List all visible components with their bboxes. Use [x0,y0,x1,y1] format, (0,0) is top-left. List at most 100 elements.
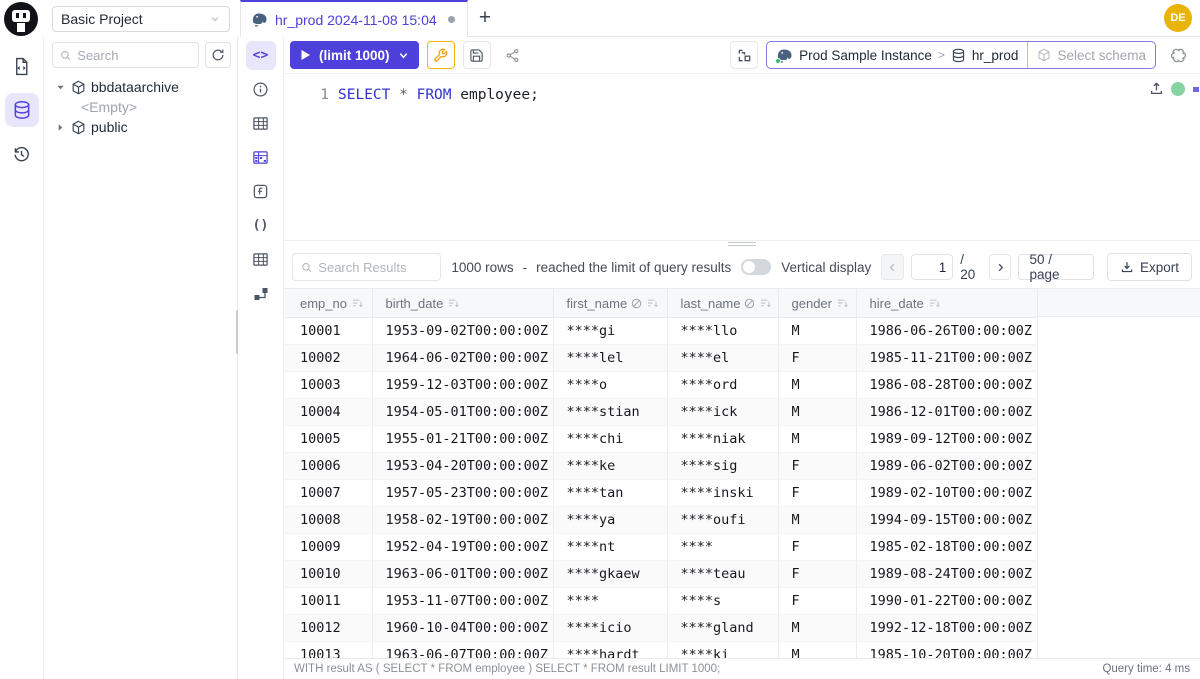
ai-assistant-button[interactable] [1164,41,1192,69]
table-cell[interactable]: 1992-12-18T00:00:00Z [856,615,1037,642]
table-cell[interactable]: ****nt [553,534,667,561]
database-nav-icon[interactable] [5,93,39,127]
results-search-input[interactable] [318,260,432,275]
table-cell[interactable]: M [778,318,856,345]
table-cell[interactable]: **** [553,588,667,615]
column-header-hire_date[interactable]: hire_date [856,289,1037,318]
table-cell[interactable]: 1989-06-02T00:00:00Z [856,453,1037,480]
table-icon[interactable] [246,109,276,138]
table-cell[interactable]: ****hardt [553,642,667,659]
table-cell[interactable]: ****ya [553,507,667,534]
table-cell[interactable]: 1989-08-24T00:00:00Z [856,561,1037,588]
table-cell[interactable]: 10002 [284,345,372,372]
sort-icon[interactable] [351,297,364,310]
page-input[interactable] [911,254,953,280]
table-cell[interactable]: ****oufi [667,507,778,534]
table-cell[interactable]: ****stian [553,399,667,426]
diagram-icon[interactable] [246,279,276,308]
table-cell[interactable]: 1985-02-18T00:00:00Z [856,534,1037,561]
sort-icon[interactable] [759,297,772,310]
table-cell[interactable]: ****llo [667,318,778,345]
format-sql-button[interactable] [427,41,455,69]
run-query-button[interactable]: (limit 1000) [290,41,419,69]
vertical-display-toggle[interactable] [741,259,771,275]
procedure-icon[interactable]: () [246,211,276,240]
table-cell[interactable]: ****el [667,345,778,372]
table-cell[interactable]: F [778,480,856,507]
table-cell[interactable]: ****ord [667,372,778,399]
table-cell[interactable]: 1964-06-02T00:00:00Z [372,345,553,372]
tree-item-bbdataarchive[interactable]: bbdataarchive [54,77,237,97]
table-cell[interactable]: 1986-12-01T00:00:00Z [856,399,1037,426]
table-cell[interactable]: 1985-11-21T00:00:00Z [856,345,1037,372]
table-cell[interactable]: ****s [667,588,778,615]
column-header-gender[interactable]: gender [778,289,856,318]
table-cell[interactable]: ****gland [667,615,778,642]
table-cell[interactable]: ****chi [553,426,667,453]
sql-editor[interactable]: 1 SELECT * FROM employee; [284,74,1200,240]
table-cell[interactable]: M [778,507,856,534]
table-cell[interactable]: M [778,372,856,399]
search-input-wrap[interactable] [52,42,199,68]
table-cell[interactable]: 1985-10-20T00:00:00Z [856,642,1037,659]
table-cell[interactable]: ****ick [667,399,778,426]
table-cell[interactable]: 1959-12-03T00:00:00Z [372,372,553,399]
worksheet-icon[interactable] [5,49,39,83]
table-cell[interactable]: ****lel [553,345,667,372]
column-header-last_name[interactable]: last_name [667,289,778,318]
table-cell[interactable]: 10009 [284,534,372,561]
table-cell[interactable]: **** [667,534,778,561]
schema-selector[interactable]: Select schema [1027,42,1155,68]
table-cell[interactable]: 1986-08-28T00:00:00Z [856,372,1037,399]
sort-icon[interactable] [928,297,941,310]
table-cell[interactable]: 1960-10-04T00:00:00Z [372,615,553,642]
table-cell[interactable]: 10001 [284,318,372,345]
table-cell[interactable]: M [778,642,856,659]
table-cell[interactable]: 10010 [284,561,372,588]
table-cell[interactable]: ****ke [553,453,667,480]
table-cell[interactable]: M [778,399,856,426]
table-cell[interactable]: F [778,561,856,588]
project-select[interactable]: Basic Project [52,6,230,32]
table-cell[interactable]: 1994-09-15T00:00:00Z [856,507,1037,534]
bytebase-logo-icon[interactable] [4,2,38,36]
sort-icon[interactable] [447,297,460,310]
column-header-birth_date[interactable]: birth_date [372,289,553,318]
export-button[interactable]: Export [1107,253,1192,281]
share-button[interactable] [499,41,527,69]
next-page-button[interactable] [989,254,1012,280]
table-cell[interactable]: F [778,453,856,480]
prev-page-button[interactable] [881,254,904,280]
table-cell[interactable]: M [778,615,856,642]
refresh-button[interactable] [205,42,231,68]
table-cell[interactable]: 1963-06-01T00:00:00Z [372,561,553,588]
table-cell[interactable]: ****gi [553,318,667,345]
instance-selector[interactable]: Prod Sample Instance > hr_prod [767,42,1027,68]
table-cell[interactable]: ****o [553,372,667,399]
table-cell[interactable]: ****gkaew [553,561,667,588]
tab-hr-prod[interactable]: hr_prod 2024-11-08 15:04 [240,0,468,37]
table-cell[interactable]: 10008 [284,507,372,534]
column-header-first_name[interactable]: first_name [553,289,667,318]
table-cell[interactable]: ****icio [553,615,667,642]
table-cell[interactable]: 1953-04-20T00:00:00Z [372,453,553,480]
table-cell[interactable]: ****ki [667,642,778,659]
table-cell[interactable]: 10004 [284,399,372,426]
table-cell[interactable]: 10011 [284,588,372,615]
table-cell[interactable]: 1955-01-21T00:00:00Z [372,426,553,453]
function-icon[interactable] [246,177,276,206]
table-cell[interactable]: 1952-04-19T00:00:00Z [372,534,553,561]
table-cell[interactable]: 10013 [284,642,372,659]
column-header-emp_no[interactable]: emp_no [284,289,372,318]
chevron-down-icon[interactable] [398,50,409,61]
table-cell[interactable]: 1989-02-10T00:00:00Z [856,480,1037,507]
upload-sheet-icon[interactable] [1149,81,1164,96]
sort-icon[interactable] [646,297,659,310]
avatar[interactable]: DE [1164,4,1192,32]
table-cell[interactable]: M [778,426,856,453]
code-tab-icon[interactable]: <> [246,41,276,70]
page-size-select[interactable]: 50 / page [1018,254,1093,280]
table-cell[interactable]: 1963-06-07T00:00:00Z [372,642,553,659]
save-button[interactable] [463,41,491,69]
results-search-wrap[interactable] [292,253,441,281]
